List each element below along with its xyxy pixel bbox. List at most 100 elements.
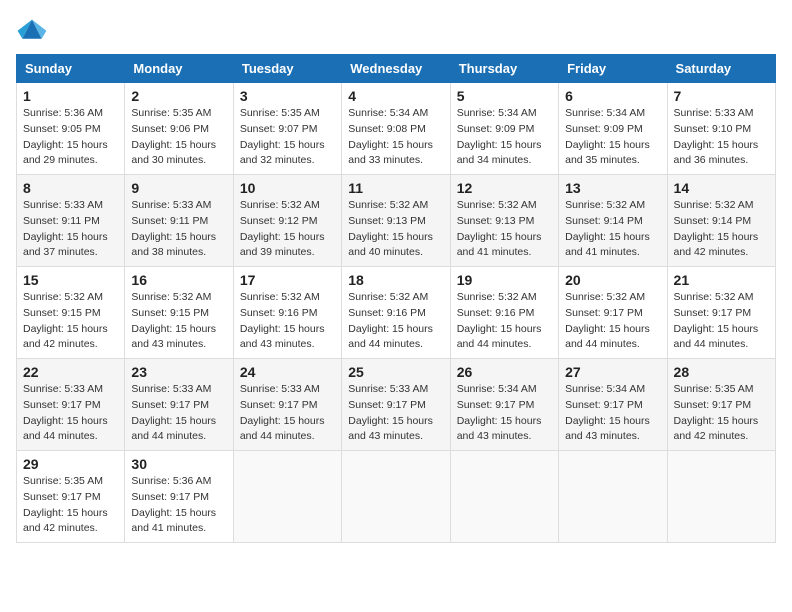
calendar-cell: 10 Sunrise: 5:32 AMSunset: 9:12 PMDayligh… (233, 175, 341, 267)
day-info: Sunrise: 5:32 AMSunset: 9:15 PMDaylight:… (131, 291, 216, 350)
day-info: Sunrise: 5:32 AMSunset: 9:16 PMDaylight:… (348, 291, 433, 350)
day-info: Sunrise: 5:32 AMSunset: 9:14 PMDaylight:… (674, 199, 759, 258)
calendar-cell: 4 Sunrise: 5:34 AMSunset: 9:08 PMDaylight… (342, 83, 450, 175)
calendar-cell: 6 Sunrise: 5:34 AMSunset: 9:09 PMDaylight… (559, 83, 667, 175)
day-info: Sunrise: 5:35 AMSunset: 9:17 PMDaylight:… (23, 475, 108, 534)
calendar-cell: 25 Sunrise: 5:33 AMSunset: 9:17 PMDayligh… (342, 359, 450, 451)
day-info: Sunrise: 5:36 AMSunset: 9:05 PMDaylight:… (23, 107, 108, 166)
calendar-cell: 23 Sunrise: 5:33 AMSunset: 9:17 PMDayligh… (125, 359, 233, 451)
day-number: 14 (674, 180, 769, 196)
logo-icon (16, 16, 48, 44)
day-info: Sunrise: 5:35 AMSunset: 9:07 PMDaylight:… (240, 107, 325, 166)
logo (16, 16, 52, 44)
header-thursday: Thursday (450, 55, 558, 83)
day-number: 17 (240, 272, 335, 288)
calendar-week-4: 22 Sunrise: 5:33 AMSunset: 9:17 PMDayligh… (17, 359, 776, 451)
calendar-cell (450, 451, 558, 543)
calendar-cell: 13 Sunrise: 5:32 AMSunset: 9:14 PMDayligh… (559, 175, 667, 267)
day-number: 11 (348, 180, 443, 196)
day-number: 9 (131, 180, 226, 196)
day-number: 3 (240, 88, 335, 104)
day-number: 15 (23, 272, 118, 288)
calendar-cell: 17 Sunrise: 5:32 AMSunset: 9:16 PMDayligh… (233, 267, 341, 359)
calendar-cell: 20Sunrise: 5:32 AMSunset: 9:17 PMDayligh… (559, 267, 667, 359)
day-number: 19 (457, 272, 552, 288)
day-number: 4 (348, 88, 443, 104)
calendar-cell: 8Sunrise: 5:33 AMSunset: 9:11 PMDaylight… (17, 175, 125, 267)
day-info: Sunrise: 5:32 AMSunset: 9:15 PMDaylight:… (23, 291, 108, 350)
day-number: 24 (240, 364, 335, 380)
header-saturday: Saturday (667, 55, 775, 83)
day-info: Sunrise: 5:32 AMSunset: 9:17 PMDaylight:… (565, 291, 650, 350)
day-number: 27 (565, 364, 660, 380)
day-number: 5 (457, 88, 552, 104)
calendar-cell: 18 Sunrise: 5:32 AMSunset: 9:16 PMDayligh… (342, 267, 450, 359)
calendar-cell: 16 Sunrise: 5:32 AMSunset: 9:15 PMDayligh… (125, 267, 233, 359)
calendar-cell: 19Sunrise: 5:32 AMSunset: 9:16 PMDayligh… (450, 267, 558, 359)
calendar-cell: 24 Sunrise: 5:33 AMSunset: 9:17 PMDayligh… (233, 359, 341, 451)
calendar-cell: 3 Sunrise: 5:35 AMSunset: 9:07 PMDaylight… (233, 83, 341, 175)
calendar-table: SundayMondayTuesdayWednesdayThursdayFrid… (16, 54, 776, 543)
calendar-cell: 15 Sunrise: 5:32 AMSunset: 9:15 PMDayligh… (17, 267, 125, 359)
calendar-cell: 11 Sunrise: 5:32 AMSunset: 9:13 PMDayligh… (342, 175, 450, 267)
day-info: Sunrise: 5:32 AMSunset: 9:17 PMDaylight:… (674, 291, 759, 350)
calendar-cell (233, 451, 341, 543)
day-info: Sunrise: 5:35 AMSunset: 9:06 PMDaylight:… (131, 107, 216, 166)
calendar-cell (667, 451, 775, 543)
day-number: 25 (348, 364, 443, 380)
day-number: 30 (131, 456, 226, 472)
calendar-cell: 7 Sunrise: 5:33 AMSunset: 9:10 PMDaylight… (667, 83, 775, 175)
day-info: Sunrise: 5:33 AMSunset: 9:11 PMDaylight:… (131, 199, 216, 258)
day-number: 22 (23, 364, 118, 380)
calendar-week-1: 1 Sunrise: 5:36 AMSunset: 9:05 PMDaylight… (17, 83, 776, 175)
day-number: 18 (348, 272, 443, 288)
calendar-cell: 1 Sunrise: 5:36 AMSunset: 9:05 PMDaylight… (17, 83, 125, 175)
day-info: Sunrise: 5:32 AMSunset: 9:12 PMDaylight:… (240, 199, 325, 258)
day-number: 8 (23, 180, 118, 196)
calendar-cell: 30Sunrise: 5:36 AMSunset: 9:17 PMDayligh… (125, 451, 233, 543)
calendar-cell (342, 451, 450, 543)
day-info: Sunrise: 5:33 AMSunset: 9:17 PMDaylight:… (348, 383, 433, 442)
day-info: Sunrise: 5:32 AMSunset: 9:13 PMDaylight:… (348, 199, 433, 258)
day-number: 29 (23, 456, 118, 472)
day-number: 23 (131, 364, 226, 380)
day-number: 2 (131, 88, 226, 104)
calendar-cell (559, 451, 667, 543)
header-sunday: Sunday (17, 55, 125, 83)
calendar-cell: 2 Sunrise: 5:35 AMSunset: 9:06 PMDaylight… (125, 83, 233, 175)
day-number: 16 (131, 272, 226, 288)
day-info: Sunrise: 5:32 AMSunset: 9:16 PMDaylight:… (240, 291, 325, 350)
day-number: 26 (457, 364, 552, 380)
day-info: Sunrise: 5:34 AMSunset: 9:09 PMDaylight:… (565, 107, 650, 166)
day-number: 6 (565, 88, 660, 104)
day-info: Sunrise: 5:33 AMSunset: 9:10 PMDaylight:… (674, 107, 759, 166)
day-number: 7 (674, 88, 769, 104)
day-number: 12 (457, 180, 552, 196)
day-number: 1 (23, 88, 118, 104)
day-number: 10 (240, 180, 335, 196)
day-info: Sunrise: 5:34 AMSunset: 9:17 PMDaylight:… (457, 383, 542, 442)
calendar-cell: 26 Sunrise: 5:34 AMSunset: 9:17 PMDayligh… (450, 359, 558, 451)
day-number: 13 (565, 180, 660, 196)
day-info: Sunrise: 5:34 AMSunset: 9:17 PMDaylight:… (565, 383, 650, 442)
page-header (16, 16, 776, 44)
calendar-week-3: 15 Sunrise: 5:32 AMSunset: 9:15 PMDayligh… (17, 267, 776, 359)
header-friday: Friday (559, 55, 667, 83)
day-number: 28 (674, 364, 769, 380)
calendar-cell: 21Sunrise: 5:32 AMSunset: 9:17 PMDayligh… (667, 267, 775, 359)
day-info: Sunrise: 5:34 AMSunset: 9:08 PMDaylight:… (348, 107, 433, 166)
header-tuesday: Tuesday (233, 55, 341, 83)
header-wednesday: Wednesday (342, 55, 450, 83)
day-info: Sunrise: 5:35 AMSunset: 9:17 PMDaylight:… (674, 383, 759, 442)
day-info: Sunrise: 5:33 AMSunset: 9:17 PMDaylight:… (131, 383, 216, 442)
calendar-cell: 27 Sunrise: 5:34 AMSunset: 9:17 PMDayligh… (559, 359, 667, 451)
day-info: Sunrise: 5:33 AMSunset: 9:17 PMDaylight:… (240, 383, 325, 442)
calendar-cell: 14 Sunrise: 5:32 AMSunset: 9:14 PMDayligh… (667, 175, 775, 267)
calendar-week-2: 8 Sunrise: 5:33 AMSunset: 9:11 PMDaylight… (17, 175, 776, 267)
calendar-header-row: SundayMondayTuesdayWednesdayThursdayFrid… (17, 55, 776, 83)
calendar-cell: 22Sunrise: 5:33 AMSunset: 9:17 PMDayligh… (17, 359, 125, 451)
day-info: Sunrise: 5:32 AMSunset: 9:14 PMDaylight:… (565, 199, 650, 258)
header-monday: Monday (125, 55, 233, 83)
day-info: Sunrise: 5:32 AMSunset: 9:13 PMDaylight:… (457, 199, 542, 258)
calendar-cell: 12 Sunrise: 5:32 AMSunset: 9:13 PMDayligh… (450, 175, 558, 267)
